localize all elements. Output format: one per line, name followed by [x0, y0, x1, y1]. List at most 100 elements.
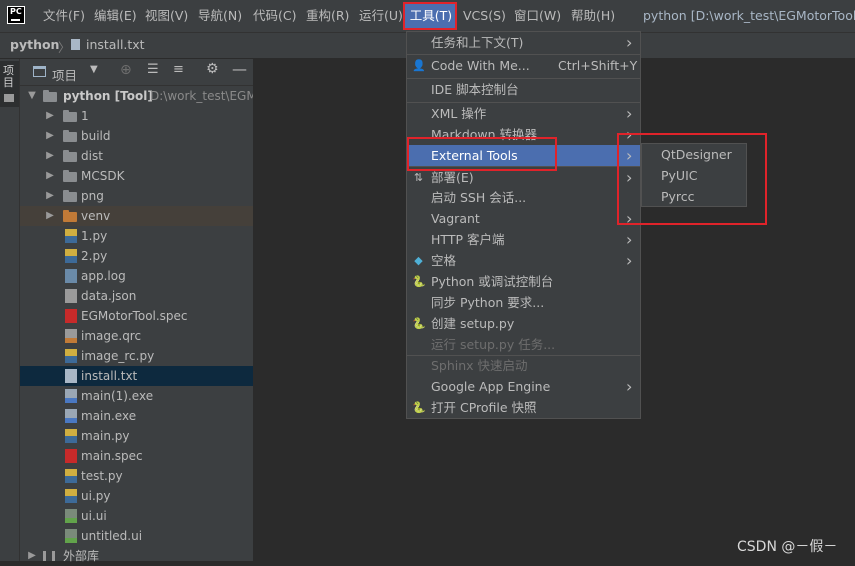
tree-item[interactable]: ui.py	[20, 486, 253, 506]
expand-all-icon[interactable]: ☰	[147, 62, 159, 77]
root-path: D:\work_test\EGM	[150, 89, 257, 103]
tree-external-libraries[interactable]: ▶ 外部库	[20, 546, 253, 566]
tools-menu-item[interactable]: HTTP 客户端 ›	[407, 229, 640, 250]
tools-menu-item-label: Python 或调试控制台	[431, 274, 554, 289]
tools-menu-item-label: Code With Me...	[431, 58, 530, 73]
tools-menu-item-label: 创建 setup.py	[431, 316, 515, 331]
menu-vcs[interactable]: VCS(S)	[463, 0, 506, 32]
tree-item[interactable]: ▶ 1	[20, 106, 253, 126]
tree-item-label: 1	[81, 109, 89, 123]
tools-menu-item[interactable]: Google App Engine ›	[407, 376, 640, 397]
menu-window[interactable]: 窗口(W)	[514, 0, 561, 32]
folder-icon	[63, 130, 77, 142]
menu-help[interactable]: 帮助(H)	[571, 0, 615, 32]
tree-item[interactable]: 1.py	[20, 226, 253, 246]
tree-item[interactable]: ▶ dist	[20, 146, 253, 166]
tools-menu-item[interactable]: 👤 Code With Me... Ctrl+Shift+Y	[407, 55, 640, 76]
tree-item-label: image_rc.py	[81, 349, 155, 363]
menu-view[interactable]: 视图(V)	[145, 0, 188, 32]
external-libraries-label: 外部库	[63, 549, 100, 563]
tree-item[interactable]: data.json	[20, 286, 253, 306]
tools-menu: 任务和上下文(T) › 👤 Code With Me... Ctrl+Shift+Y ID…	[406, 31, 641, 419]
chevron-down-icon[interactable]: ▼	[90, 64, 98, 75]
tree-root[interactable]: ▼ python [Tool] D:\work_test\EGM	[20, 86, 257, 106]
tree-item-label: 1.py	[81, 229, 108, 243]
tools-menu-item[interactable]: XML 操作 ›	[407, 103, 640, 124]
tools-menu-item-label: Sphinx 快速启动	[431, 358, 528, 373]
tree-item[interactable]: test.py	[20, 466, 253, 486]
tree-item[interactable]: app.log	[20, 266, 253, 286]
tree-item[interactable]: main(1).exe	[20, 386, 253, 406]
exe-file-icon	[65, 409, 77, 423]
annotation-box-external-tools	[407, 137, 557, 171]
tree-item[interactable]: main.exe	[20, 406, 253, 426]
chevron-right-icon[interactable]: ▶	[45, 126, 55, 146]
chevron-right-icon[interactable]: ▶	[45, 106, 55, 126]
chevron-right-icon[interactable]: ▶	[45, 146, 55, 166]
tree-item[interactable]: image.qrc	[20, 326, 253, 346]
tree-item-label: 2.py	[81, 249, 108, 263]
tree-item-label: EGMotorTool.spec	[81, 309, 188, 323]
tools-menu-item[interactable]: ◆ 空格 ›	[407, 250, 640, 271]
menu-edit[interactable]: 编辑(E)	[94, 0, 137, 32]
python-icon: 🐍	[412, 401, 426, 414]
tree-item[interactable]: ▶ venv	[20, 206, 253, 226]
tools-menu-item[interactable]: 任务和上下文(T) ›	[407, 32, 640, 53]
menu-file[interactable]: 文件(F)	[43, 0, 85, 32]
breadcrumb-file[interactable]: install.txt	[86, 37, 145, 52]
menu-run[interactable]: 运行(U)	[359, 0, 403, 32]
tree-item-label: main(1).exe	[81, 389, 154, 403]
tools-menu-item-label: Vagrant	[431, 211, 480, 226]
locate-icon[interactable]: ⊕	[120, 62, 132, 78]
tools-menu-item[interactable]: Vagrant ›	[407, 208, 640, 229]
breadcrumb-project[interactable]: python	[10, 37, 59, 52]
chevron-right-icon: ›	[626, 230, 633, 249]
tool-window-strip: 项目	[0, 59, 20, 561]
chevron-right-icon: ›	[626, 377, 633, 396]
pycharm-logo-icon: PC	[7, 6, 25, 24]
project-tool-tab[interactable]: 项目	[0, 61, 19, 107]
tools-menu-item[interactable]: 🐍 Python 或调试控制台	[407, 271, 640, 292]
chevron-right-icon[interactable]: ▶	[45, 206, 55, 226]
chevron-right-icon[interactable]: ▶	[45, 166, 55, 186]
chevron-down-icon[interactable]: ▼	[27, 86, 37, 106]
ui-file-icon	[65, 529, 77, 543]
tree-item-label: untitled.ui	[81, 529, 143, 543]
py-file-icon	[65, 349, 77, 363]
tree-item[interactable]: ▶ build	[20, 126, 253, 146]
gear-icon[interactable]: ⚙	[206, 61, 219, 77]
tree-item[interactable]: untitled.ui	[20, 526, 253, 546]
tools-menu-item-label: 打开 CProfile 快照	[431, 400, 537, 415]
menu-refactor[interactable]: 重构(R)	[306, 0, 349, 32]
tree-item[interactable]: ▶ MCSDK	[20, 166, 253, 186]
tree-item-label: main.spec	[81, 449, 143, 463]
tools-menu-item[interactable]: 🐍 创建 setup.py	[407, 313, 640, 334]
project-view-icon	[33, 66, 46, 77]
tools-menu-item-label: IDE 脚本控制台	[431, 82, 519, 97]
chevron-right-icon[interactable]: ▶	[45, 186, 55, 206]
folder-icon	[4, 94, 14, 102]
log-file-icon	[65, 269, 77, 283]
tree-item[interactable]: main.py	[20, 426, 253, 446]
shortcut-label: Ctrl+Shift+Y	[558, 58, 638, 73]
tree-item[interactable]: ui.ui	[20, 506, 253, 526]
tree-item[interactable]: ▶ png	[20, 186, 253, 206]
tree-item[interactable]: image_rc.py	[20, 346, 253, 366]
minimize-icon[interactable]: —	[232, 60, 247, 78]
tree-item-label: ui.py	[81, 489, 111, 503]
tools-menu-item: 运行 setup.py 任务...	[407, 334, 640, 355]
tools-menu-item[interactable]: 启动 SSH 会话...	[407, 187, 640, 208]
tree-item[interactable]: 2.py	[20, 246, 253, 266]
tree-item[interactable]: install.txt	[20, 366, 253, 386]
tree-item-label: venv	[81, 209, 111, 223]
tree-item[interactable]: main.spec	[20, 446, 253, 466]
menu-navigate[interactable]: 导航(N)	[198, 0, 242, 32]
tools-menu-item[interactable]: 同步 Python 要求...	[407, 292, 640, 313]
collapse-all-icon[interactable]: ≡	[173, 62, 184, 77]
tools-menu-item[interactable]: 🐍 打开 CProfile 快照	[407, 397, 640, 418]
menu-code[interactable]: 代码(C)	[253, 0, 296, 32]
tree-item[interactable]: EGMotorTool.spec	[20, 306, 253, 326]
ui-file-icon	[65, 509, 77, 523]
tools-menu-item[interactable]: IDE 脚本控制台	[407, 79, 640, 100]
chevron-right-icon[interactable]: ▶	[27, 546, 37, 566]
